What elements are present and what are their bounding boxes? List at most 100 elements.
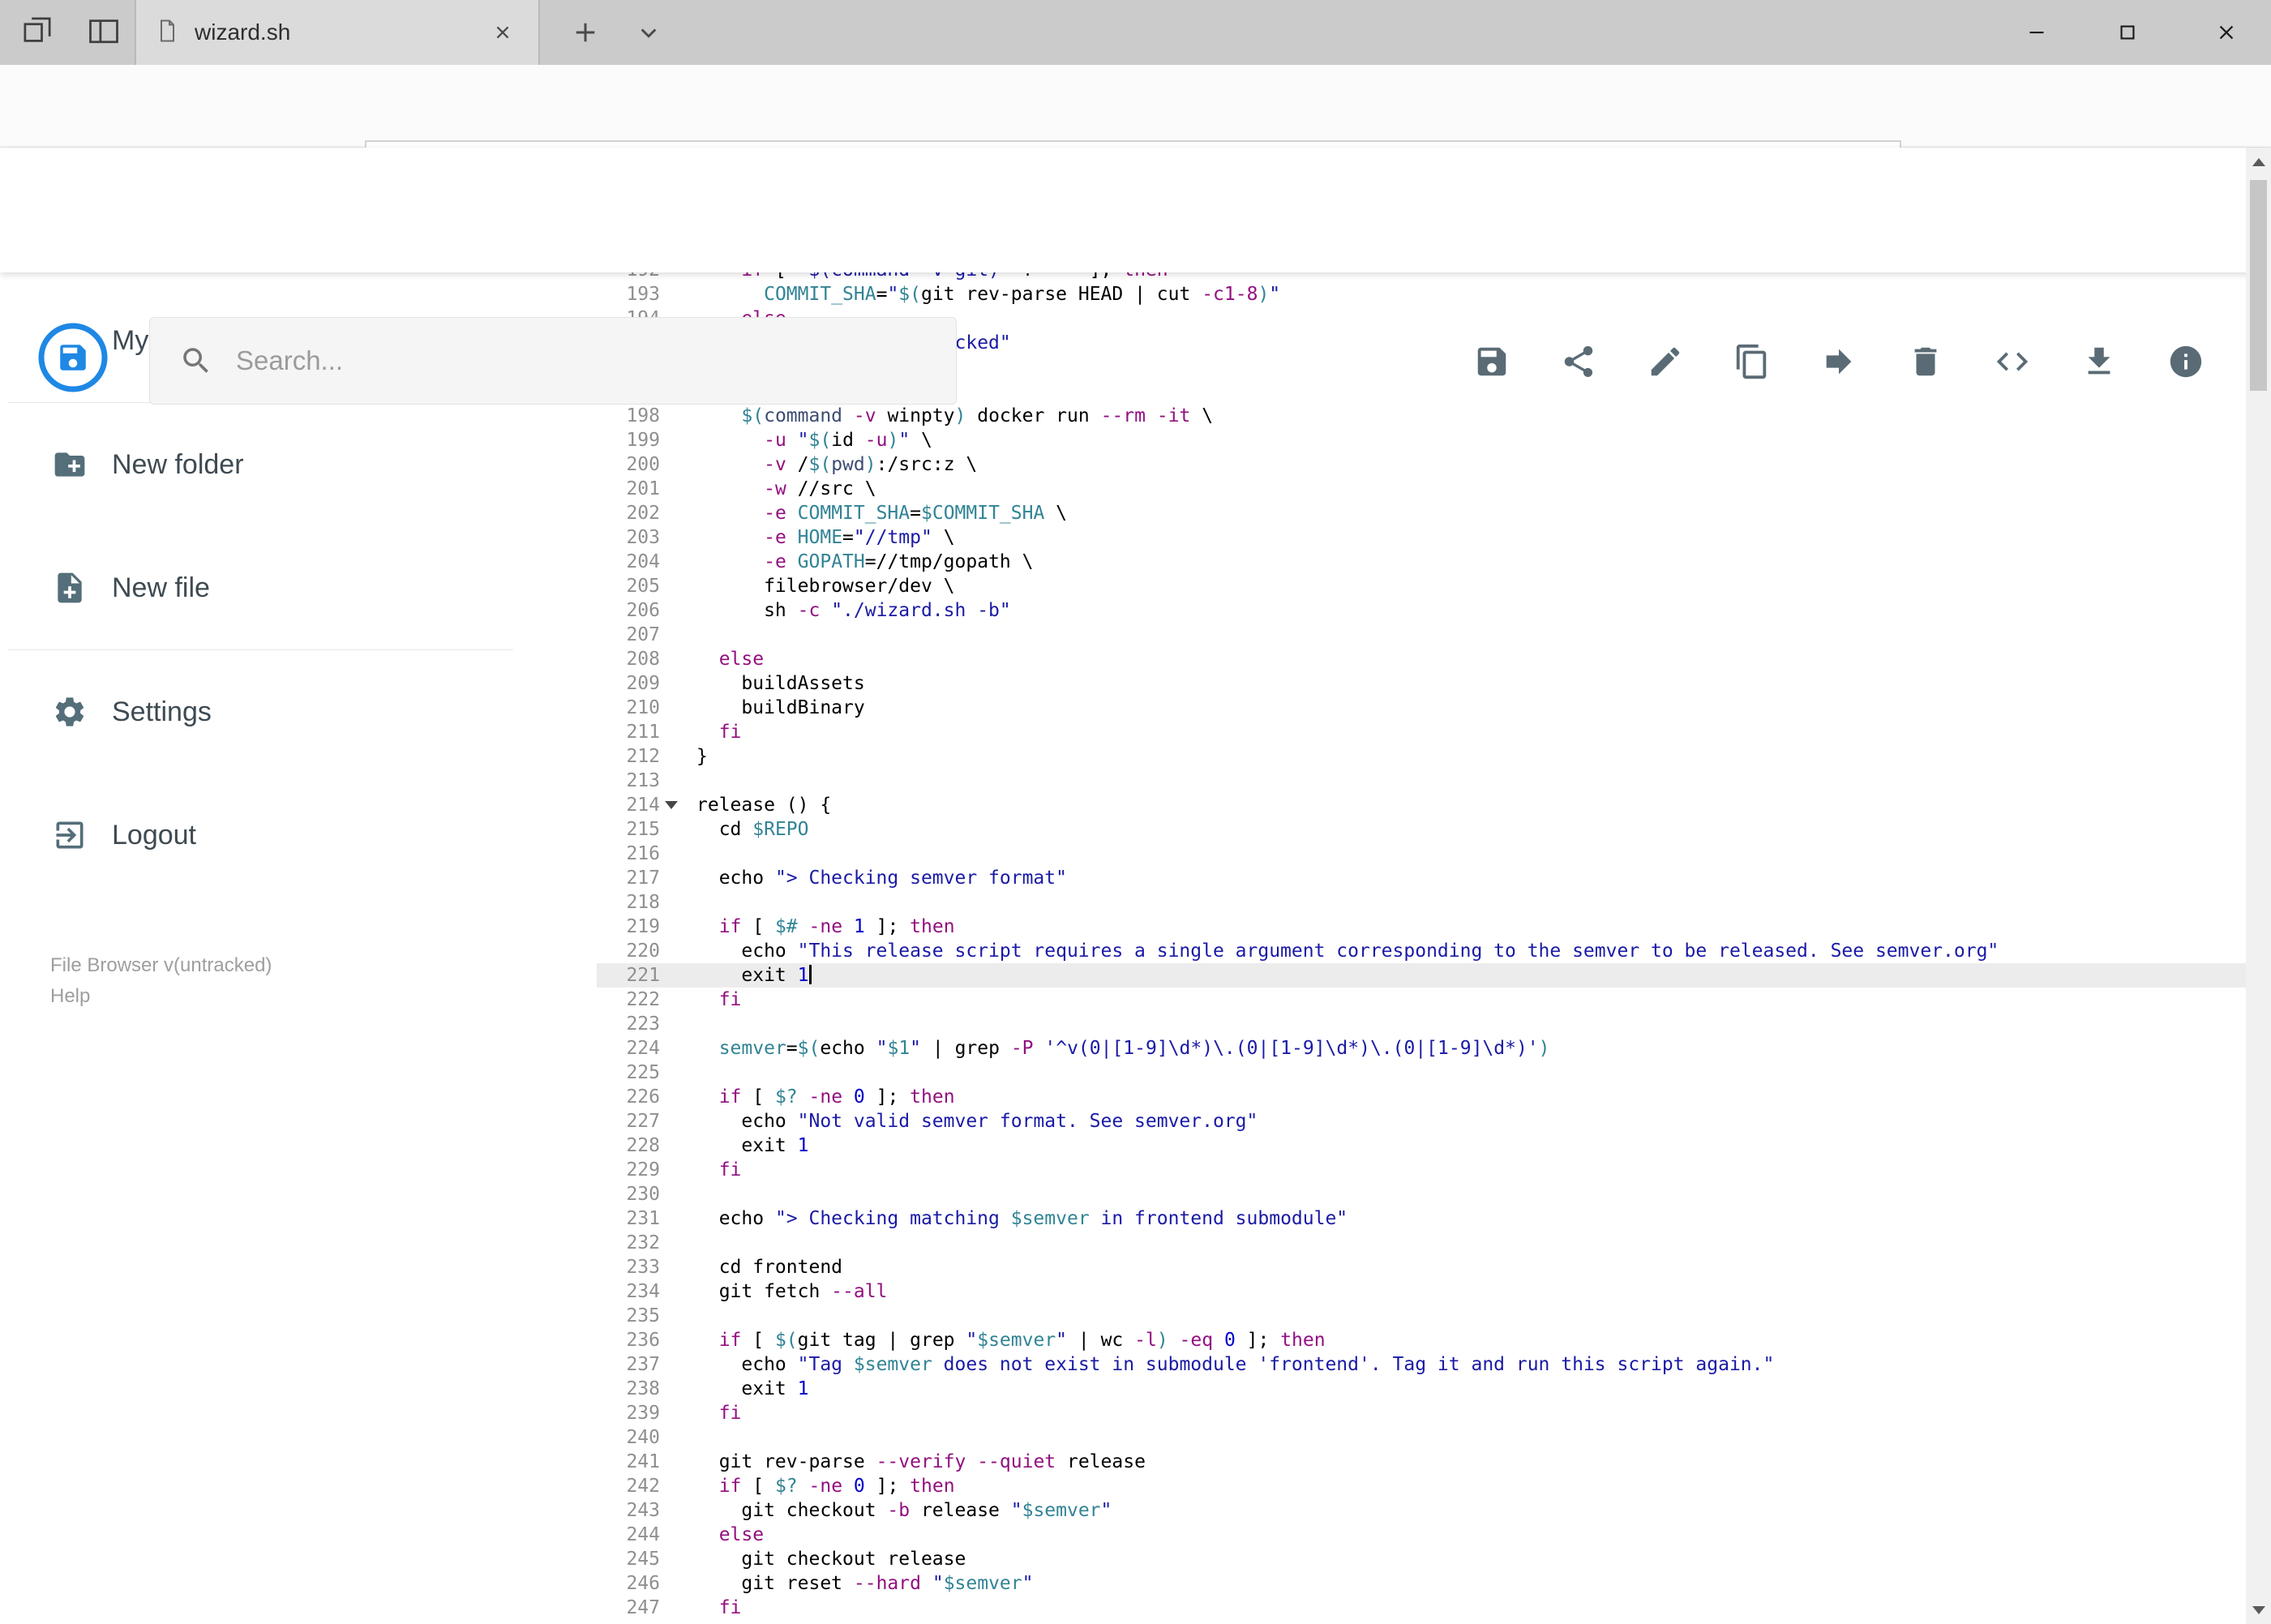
rename-button[interactable] [1647, 329, 1684, 394]
sidebar-item-logout[interactable]: Logout [0, 773, 521, 897]
code-line-233[interactable]: 233 cd frontend [597, 1255, 2246, 1279]
code-text: -w //src \ [764, 478, 876, 499]
new-tab-button[interactable] [563, 10, 608, 55]
save-button[interactable] [1473, 329, 1510, 394]
code-line-235[interactable]: 235 [597, 1304, 2246, 1328]
code-line-198[interactable]: 198 $(command -v winpty) docker run --rm… [597, 404, 2246, 428]
code-line-246[interactable]: 246 git reset --hard "$semver" [597, 1571, 2246, 1596]
info-button[interactable] [2167, 329, 2205, 394]
search-box[interactable] [149, 317, 957, 405]
sidebar-item-settings[interactable]: Settings [0, 650, 521, 773]
code-line-203[interactable]: 203 -e HOME="//tmp" \ [597, 525, 2246, 550]
code-line-192[interactable]: 192 if [ "$(command -v git)" != "" ]; th… [597, 272, 2246, 282]
code-line-208[interactable]: 208 else [597, 647, 2246, 671]
code-line-232[interactable]: 232 [597, 1231, 2246, 1255]
minimize-icon [2029, 31, 2044, 34]
copy-icon [1736, 344, 1767, 379]
code-line-244[interactable]: 244 else [597, 1523, 2246, 1547]
sidebar-item-new-file[interactable]: New file [0, 526, 521, 649]
source-code-button[interactable] [1994, 329, 2031, 394]
code-line-247[interactable]: 247 fi [597, 1596, 2246, 1620]
code-line-239[interactable]: 239 fi [597, 1401, 2246, 1425]
code-line-243[interactable]: 243 git checkout -b release "$semver" [597, 1498, 2246, 1523]
code-line-242[interactable]: 242 if [ $? -ne 0 ]; then [597, 1474, 2246, 1498]
code-line-240[interactable]: 240 [597, 1425, 2246, 1450]
code-text: echo "Tag $semver does not exist in subm… [696, 1354, 1775, 1375]
code-line-201[interactable]: 201 -w //src \ [597, 477, 2246, 501]
help-link[interactable]: Help [50, 981, 272, 1012]
maximize-button[interactable] [2085, 0, 2170, 65]
code-editor[interactable]: 192 if [ "$(command -v git)" != "" ]; th… [597, 272, 2246, 1624]
scroll-down-button[interactable] [2246, 1597, 2271, 1622]
filebrowser-logo[interactable] [36, 320, 110, 399]
code-line-200[interactable]: 200 -v /$(pwd):/src:z \ [597, 452, 2246, 477]
tab-close-button[interactable] [485, 15, 521, 50]
code-line-207[interactable]: 207 [597, 623, 2246, 647]
gutter-line-number: 230 [626, 1184, 660, 1205]
code-line-230[interactable]: 230 [597, 1182, 2246, 1206]
code-text: echo "> Checking matching $semver in fro… [696, 1208, 1348, 1229]
code-line-223[interactable]: 223 [597, 1012, 2246, 1036]
code-line-231[interactable]: 231 echo "> Checking matching $semver in… [597, 1206, 2246, 1231]
page-scrollbar[interactable] [2246, 148, 2271, 1624]
scroll-up-button[interactable] [2246, 149, 2271, 174]
code-line-215[interactable]: 215 cd $REPO [597, 817, 2246, 842]
sidebar-item-label: New folder [112, 448, 244, 480]
code-line-212[interactable]: 212} [597, 744, 2246, 769]
copy-button[interactable] [1733, 329, 1771, 394]
search-input[interactable] [234, 345, 886, 377]
code-line-217[interactable]: 217 echo "> Checking semver format" [597, 866, 2246, 890]
code-line-245[interactable]: 245 git checkout release [597, 1547, 2246, 1571]
code-line-241[interactable]: 241 git rev-parse --verify --quiet relea… [597, 1450, 2246, 1474]
gutter-line-number: 200 [626, 454, 660, 475]
code-line-213[interactable]: 213 [597, 769, 2246, 793]
code-line-228[interactable]: 228 exit 1 [597, 1133, 2246, 1158]
gutter-line-number: 205 [626, 576, 660, 597]
tabs-set-aside-list-button[interactable] [81, 10, 126, 55]
delete-button[interactable] [1907, 329, 1944, 394]
code-line-224[interactable]: 224 semver=$(echo "$1" | grep -P '^v(0|[… [597, 1036, 2246, 1061]
code-line-199[interactable]: 199 -u "$(id -u)" \ [597, 428, 2246, 452]
code-line-222[interactable]: 222 fi [597, 988, 2246, 1012]
code-line-221[interactable]: 221 exit 1 [597, 963, 2246, 988]
code-line-204[interactable]: 204 -e GOPATH=//tmp/gopath \ [597, 550, 2246, 574]
scroll-up-icon [2252, 157, 2265, 166]
scrollbar-thumb[interactable] [2250, 180, 2267, 391]
code-line-209[interactable]: 209 buildAssets [597, 671, 2246, 696]
code-line-202[interactable]: 202 -e COMMIT_SHA=$COMMIT_SHA \ [597, 501, 2246, 525]
tab-list-dropdown-button[interactable] [626, 10, 671, 55]
sidebar-item-new-folder[interactable]: New folder [0, 403, 521, 526]
gutter-line-number: 222 [626, 989, 660, 1010]
download-button[interactable] [2080, 329, 2118, 394]
code-line-205[interactable]: 205 filebrowser/dev \ [597, 574, 2246, 598]
code-line-214[interactable]: 214 release () { [597, 793, 2246, 817]
code-line-219[interactable]: 219 if [ $# -ne 1 ]; then [597, 915, 2246, 939]
version-text: File Browser v(untracked) [50, 954, 272, 976]
code-line-206[interactable]: 206 sh -c "./wizard.sh -b" [597, 598, 2246, 623]
fold-arrow-icon[interactable] [665, 801, 678, 809]
code-line-220[interactable]: 220 echo "This release script requires a… [597, 939, 2246, 963]
code-line-193[interactable]: 193 COMMIT_SHA="$(git rev-parse HEAD | c… [597, 282, 2246, 306]
share-button[interactable] [1560, 329, 1597, 394]
code-line-218[interactable]: 218 [597, 890, 2246, 915]
code-line-234[interactable]: 234 git fetch --all [597, 1279, 2246, 1304]
move-button[interactable] [1820, 329, 1858, 394]
browser-tab[interactable]: wizard.sh [135, 0, 540, 65]
code-text: else [718, 1524, 765, 1545]
code-text: fi [718, 1159, 742, 1181]
code-line-210[interactable]: 210 buildBinary [597, 696, 2246, 720]
info-icon [2170, 345, 2202, 378]
code-line-238[interactable]: 238 exit 1 [597, 1377, 2246, 1401]
code-line-211[interactable]: 211 fi [597, 720, 2246, 744]
code-line-227[interactable]: 227 echo "Not valid semver format. See s… [597, 1109, 2246, 1133]
code-line-229[interactable]: 229 fi [597, 1158, 2246, 1182]
set-tabs-aside-button[interactable] [15, 10, 60, 55]
code-line-216[interactable]: 216 [597, 842, 2246, 866]
code-line-237[interactable]: 237 echo "Tag $semver does not exist in … [597, 1352, 2246, 1377]
minimize-button[interactable] [1995, 0, 2079, 65]
code-line-236[interactable]: 236 if [ $(git tag | grep "$semver" | wc… [597, 1328, 2246, 1352]
window-close-button[interactable] [2181, 0, 2271, 65]
code-line-226[interactable]: 226 if [ $? -ne 0 ]; then [597, 1085, 2246, 1109]
code-line-225[interactable]: 225 [597, 1061, 2246, 1085]
